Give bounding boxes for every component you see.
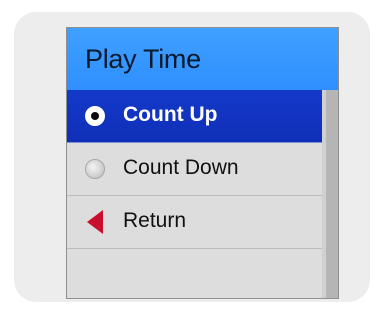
play-time-menu: Play Time Count Up Count Down Return — [66, 27, 339, 299]
menu-item-label: Count Down — [123, 156, 239, 179]
menu-item-return[interactable]: Return — [67, 196, 322, 249]
radio-on-icon — [85, 106, 105, 126]
menu-items: Count Up Count Down Return — [67, 90, 322, 298]
menu-item-label: Count Up — [123, 103, 218, 126]
menu-item-label: Return — [123, 209, 187, 232]
radio-off-icon — [85, 159, 105, 179]
menu-title: Play Time — [85, 44, 201, 74]
menu-item-count-up[interactable]: Count Up — [67, 90, 322, 143]
menu-title-bar: Play Time — [67, 28, 338, 90]
scrollbar-track-highlight — [322, 90, 326, 298]
empty-menu-row — [67, 249, 322, 298]
menu-item-count-down[interactable]: Count Down — [67, 143, 322, 196]
back-arrow-icon — [87, 210, 103, 234]
